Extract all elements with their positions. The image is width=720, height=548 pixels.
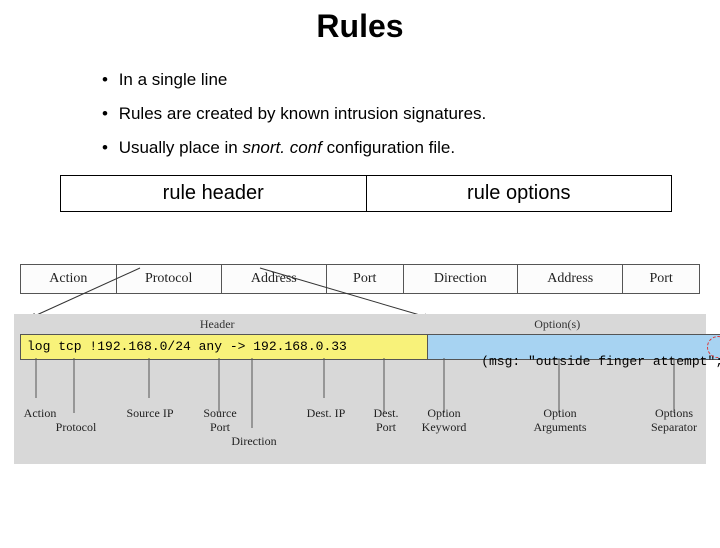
lbl-direction: Direction	[224, 434, 284, 449]
bullet-2: Rules are created by known intrusion sig…	[120, 97, 720, 131]
lbl-dest-port: Dest.	[356, 406, 416, 421]
page-title: Rules	[0, 8, 720, 45]
lbl-source-port: Source	[190, 406, 250, 421]
lbl-dest-port2: Port	[356, 420, 416, 435]
header-fields-row: Action Protocol Address Port Direction A…	[20, 264, 700, 294]
rule-options-label: rule options	[366, 175, 673, 212]
rule-text-options: (msg: "outside finger attempt";)	[428, 334, 720, 360]
options-label: Option(s)	[414, 317, 700, 332]
bullet-1: In a single line	[120, 63, 720, 97]
lbl-source-ip: Source IP	[120, 406, 180, 421]
lbl-opt-args: Option	[530, 406, 590, 421]
bullet-list: In a single line Rules are created by kn…	[80, 63, 720, 165]
lbl-protocol: Protocol	[46, 420, 106, 435]
field-address2: Address	[518, 264, 623, 294]
bullet-3c: configuration file.	[322, 138, 455, 157]
header-label: Header	[20, 317, 414, 332]
rule-breakdown: Header Option(s) log tcp !192.168.0/24 a…	[14, 314, 706, 464]
rule-text-header: log tcp !192.168.0/24 any -> 192.168.0.3…	[20, 334, 428, 360]
header-options-box: rule header rule options	[60, 175, 672, 212]
lbl-opt-kw2: Keyword	[414, 420, 474, 435]
lbl-action: Action	[10, 406, 70, 421]
field-protocol: Protocol	[117, 264, 222, 294]
field-port2: Port	[623, 264, 700, 294]
lbl-opt-kw: Option	[414, 406, 474, 421]
rule-header-label: rule header	[60, 175, 366, 212]
lbl-dest-ip: Dest. IP	[296, 406, 356, 421]
field-direction: Direction	[404, 264, 519, 294]
lbl-opt-sep2: Separator	[644, 420, 704, 435]
field-action: Action	[20, 264, 117, 294]
lbl-opt-sep: Options	[644, 406, 704, 421]
field-port: Port	[327, 264, 404, 294]
bullet-3: Usually place in snort. conf configurati…	[120, 131, 720, 165]
lbl-opt-args2: Arguments	[530, 420, 590, 435]
lbl-source-port2: Port	[190, 420, 250, 435]
bullet-3-italic: snort. conf	[242, 138, 321, 157]
field-address: Address	[222, 264, 327, 294]
bullet-3a: Usually place in	[119, 138, 243, 157]
